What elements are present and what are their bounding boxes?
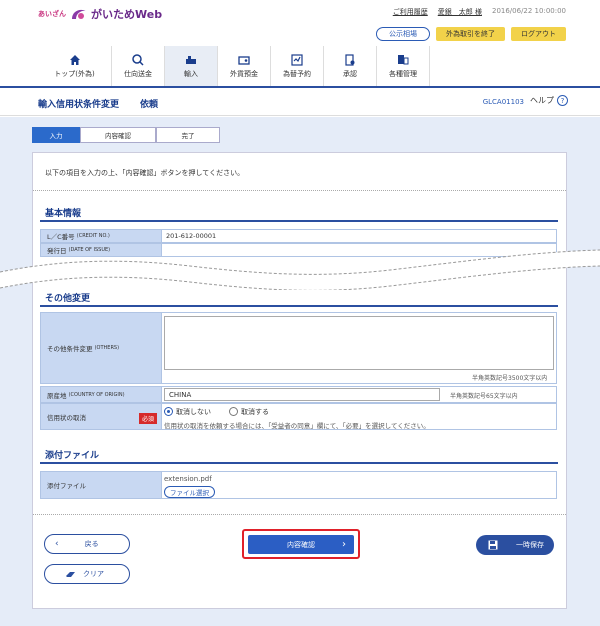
- nav-remittance[interactable]: 仕向送金: [112, 46, 165, 86]
- origin-label: 原産地 (COUNTRY OF ORIGIN): [40, 386, 162, 403]
- question-icon: ?: [557, 95, 568, 106]
- app-name: がいためWeb: [91, 8, 163, 21]
- nav-top[interactable]: トップ(外為): [38, 46, 112, 86]
- save-icon: [488, 540, 498, 550]
- logout-button[interactable]: ログアウト: [511, 27, 566, 41]
- cancel-note: 信用状の取消を依頼する場合には、「受益者の同意」欄にて、「必要」を選択してくださ…: [164, 422, 430, 430]
- confirm-label: 内容確認: [287, 540, 315, 549]
- section-basic-heading: 基本情報: [45, 209, 82, 219]
- admin-icon: [398, 54, 409, 64]
- home-icon: [69, 54, 80, 65]
- eraser-icon: [66, 571, 75, 577]
- step-complete: 完了: [156, 127, 220, 143]
- header: あいざん がいためWeb ご利用履歴 愛銀 太郎 様 2016/06/22 10…: [0, 0, 600, 46]
- attach-filename: extension.pdf: [164, 475, 212, 483]
- main-nav: トップ(外為) 仕向送金 輸入 外貨預金 為替予約 承認 各種管理: [38, 46, 430, 86]
- save-label: 一時保存: [516, 541, 544, 549]
- divider: [33, 190, 566, 191]
- divider: [33, 514, 566, 515]
- cancel-yes-radio[interactable]: [229, 407, 238, 416]
- others-label-jp: その他条件変更: [47, 345, 93, 353]
- nav-label: トップ(外為): [54, 69, 95, 78]
- nav-label: 承認: [343, 69, 357, 78]
- help-link[interactable]: ヘルプ ?: [530, 95, 568, 106]
- usage-history-link[interactable]: ご利用履歴: [393, 7, 428, 17]
- chevron-left-icon: ‹: [55, 539, 59, 549]
- nav-label: 外貨預金: [230, 69, 258, 78]
- bank-name: あいざん: [38, 10, 66, 18]
- clear-button[interactable]: クリア: [44, 564, 130, 584]
- attach-label: 添付ファイル: [40, 471, 162, 499]
- page-title: 輸入信用状条件変更: [38, 100, 120, 110]
- deposit-icon: [238, 55, 250, 65]
- nav-label: 為替予約: [283, 69, 311, 78]
- nav-approval[interactable]: 承認: [324, 46, 377, 86]
- section-line: [40, 462, 558, 464]
- confirm-button[interactable]: 内容確認 ›: [248, 535, 354, 554]
- public-rates-button[interactable]: 公示相場: [376, 27, 430, 41]
- nav-label: 各種管理: [389, 69, 417, 78]
- brand[interactable]: あいざん がいためWeb: [38, 6, 162, 22]
- others-note: 半角英数記号3500文字以内: [472, 375, 548, 382]
- required-badge: 必須: [139, 413, 158, 424]
- end-fx-button[interactable]: 外為取引を終了: [436, 27, 505, 41]
- cancel-no-radio[interactable]: [164, 407, 173, 416]
- nav-label: 仕向送金: [124, 69, 152, 78]
- brand-logo-icon: [72, 9, 86, 19]
- origin-note: 半角英数記号65文字以内: [450, 393, 518, 400]
- page-subtitle: 依頼: [140, 100, 159, 110]
- nav-deposit[interactable]: 外貨預金: [218, 46, 271, 86]
- section-line: [40, 220, 558, 222]
- nav-exchange[interactable]: 為替予約: [271, 46, 324, 86]
- nav-label: 輸入: [184, 69, 198, 78]
- step-input: 入力: [32, 127, 80, 143]
- instruction-text: 以下の項目を入力の上、「内容確認」ボタンを押してください。: [45, 169, 245, 177]
- title-bar: 輸入信用状条件変更 依頼 GLCA01103 ヘルプ ?: [0, 88, 600, 116]
- section-line: [40, 305, 558, 307]
- back-button[interactable]: ‹ 戻る: [44, 534, 130, 554]
- origin-label-jp: 原産地: [47, 391, 67, 400]
- remittance-icon: [132, 53, 144, 66]
- screen-id: GLCA01103: [482, 98, 524, 106]
- exchange-icon: [291, 53, 303, 66]
- nav-admin[interactable]: 各種管理: [377, 46, 430, 86]
- step-confirm: 内容確認: [80, 127, 156, 143]
- import-icon: [186, 55, 196, 64]
- save-button[interactable]: 一時保存: [476, 535, 554, 555]
- origin-label-en: (COUNTRY OF ORIGIN): [68, 391, 125, 398]
- others-label-en: (OTHERS): [94, 345, 120, 351]
- cancel-yes-label[interactable]: 取消する: [241, 407, 269, 417]
- chevron-right-icon: ›: [342, 539, 346, 550]
- user-name-link[interactable]: 愛銀 太郎 様: [438, 7, 482, 17]
- back-label: 戻る: [84, 540, 99, 548]
- others-label: その他条件変更 (OTHERS): [40, 312, 162, 384]
- file-select-button[interactable]: ファイル選択: [164, 486, 215, 498]
- lc-label-en: (CREDIT NO.): [76, 233, 110, 239]
- section-attach-heading: 添付ファイル: [45, 451, 100, 461]
- origin-input[interactable]: CHINA: [164, 388, 440, 401]
- clear-label: クリア: [83, 570, 104, 578]
- login-datetime: 2016/06/22 10:00:00: [491, 7, 566, 15]
- nav-import[interactable]: 輸入: [165, 46, 218, 86]
- cancel-no-label[interactable]: 取消しない: [176, 407, 211, 417]
- omission-wave: [0, 249, 600, 290]
- others-textarea[interactable]: [164, 316, 554, 370]
- help-label: ヘルプ: [530, 96, 554, 105]
- step-indicator: 入力 内容確認 完了: [32, 127, 220, 143]
- approval-icon: [345, 53, 355, 66]
- attach-cell: [161, 471, 557, 499]
- section-other-heading: その他変更: [45, 294, 91, 304]
